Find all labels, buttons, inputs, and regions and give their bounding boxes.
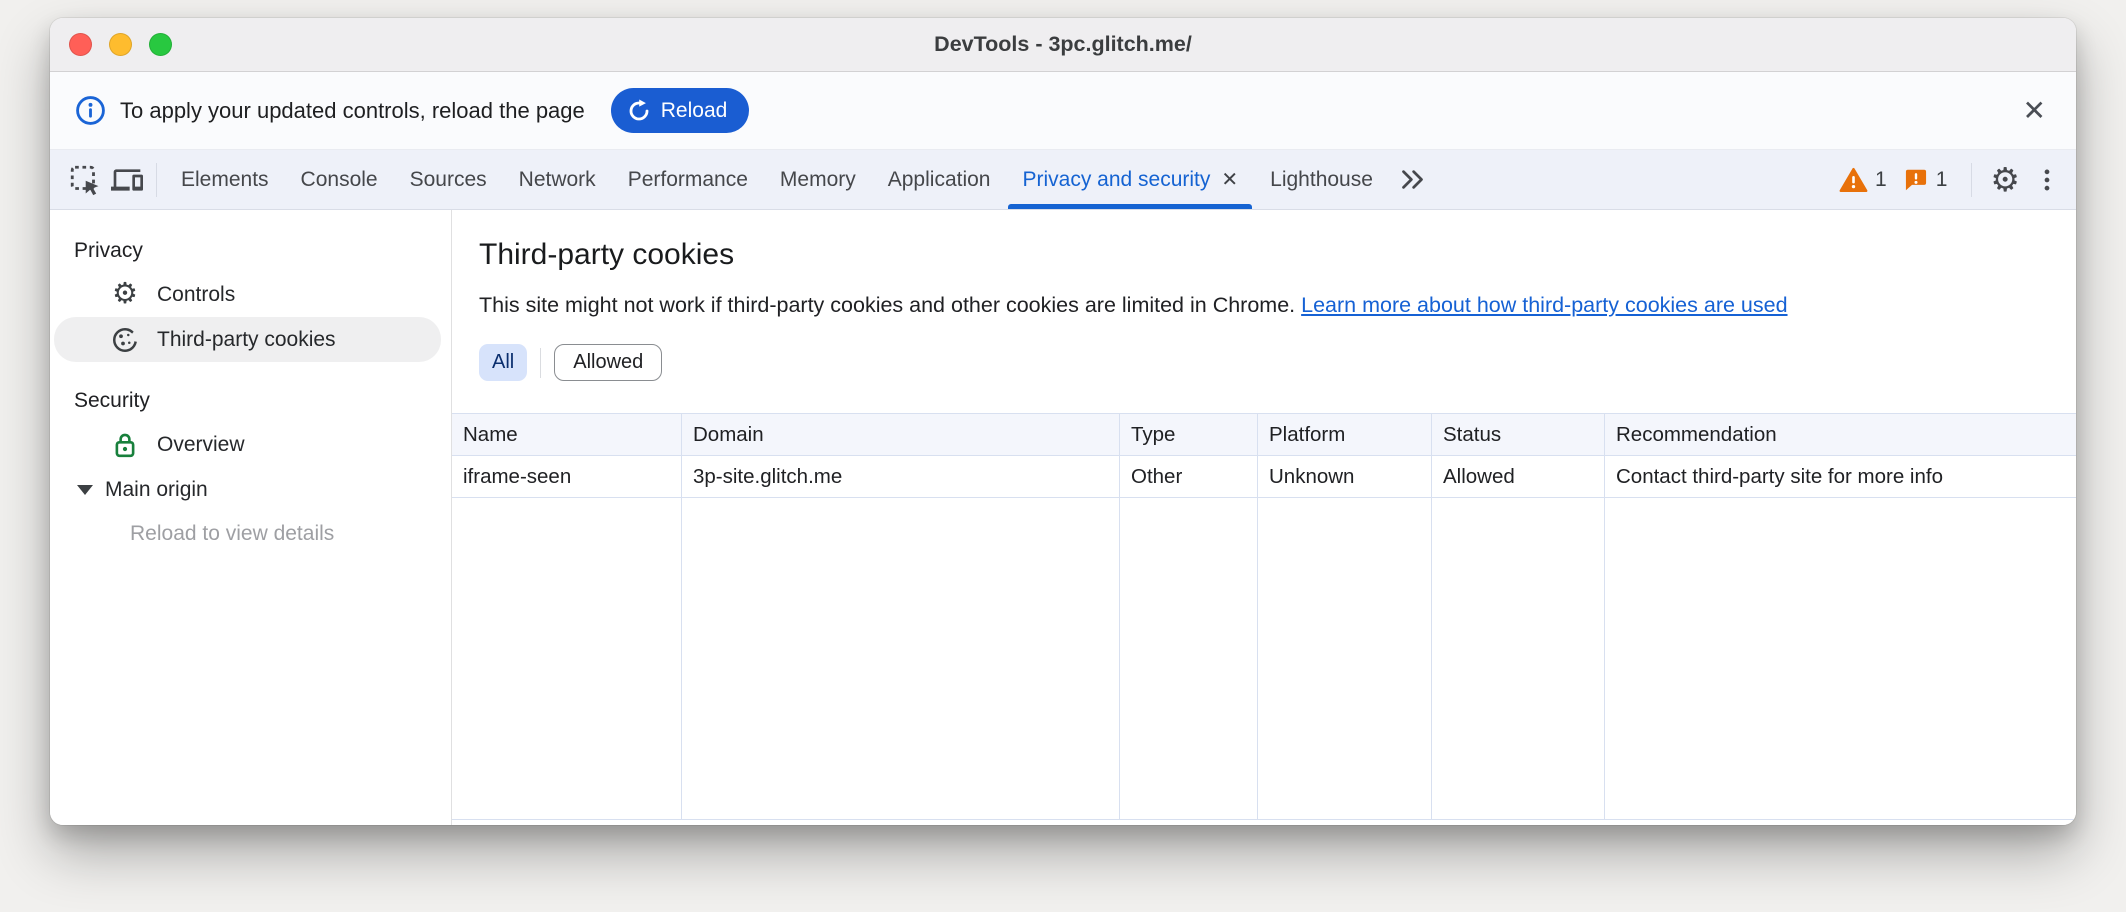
page-title: Third-party cookies [479, 236, 2046, 274]
info-icon [75, 95, 106, 126]
settings-gear-icon[interactable]: ⚙ [1990, 163, 2020, 196]
tab-label: Network [519, 168, 596, 192]
column-header-recommendation[interactable]: Recommendation [1605, 414, 2076, 455]
tab-elements[interactable]: Elements [165, 150, 285, 209]
column-header-domain[interactable]: Domain [682, 414, 1120, 455]
tab-label: Application [888, 168, 991, 192]
cookie-icon [110, 325, 140, 355]
chevron-down-icon[interactable] [77, 485, 93, 495]
sidebar-item-overview[interactable]: Overview [54, 422, 441, 467]
devtools-toolbar: Elements Console Sources Network Perform… [50, 150, 2076, 210]
column-header-status[interactable]: Status [1432, 414, 1605, 455]
infobar-message: To apply your updated controls, reload t… [120, 98, 585, 124]
devtools-window: DevTools - 3pc.glitch.me/ To apply your … [50, 18, 2076, 825]
toolbar-separator [1971, 163, 1972, 197]
empty-column [1258, 498, 1432, 819]
tab-label: Lighthouse [1270, 168, 1373, 192]
empty-column [682, 498, 1120, 819]
view-header: Third-party cookies This site might not … [452, 210, 2076, 381]
panel-content: Privacy ⚙ Controls [50, 210, 2076, 825]
sidebar-tree-main-origin[interactable]: Main origin [50, 467, 451, 512]
view-description: This site might not work if third-party … [479, 290, 2046, 320]
sidebar-section-security: Security [74, 380, 451, 422]
empty-column [1120, 498, 1258, 819]
lock-icon [110, 430, 140, 460]
toolbar-separator [156, 163, 157, 197]
cell-platform: Unknown [1258, 456, 1432, 497]
tab-label: Privacy and security [1022, 168, 1210, 192]
empty-column [452, 498, 682, 819]
tree-item-label: Main origin [105, 478, 208, 502]
gear-icon: ⚙ [110, 280, 140, 310]
privacy-security-sidebar: Privacy ⚙ Controls [50, 210, 452, 825]
infobar-close-icon[interactable]: ✕ [2023, 97, 2046, 125]
device-toolbar-icon[interactable] [106, 158, 148, 202]
zoom-window-button[interactable] [149, 33, 172, 56]
warnings-indicator[interactable]: 1 [1839, 167, 1887, 193]
sidebar-item-label: Overview [157, 433, 245, 457]
filter-all-button[interactable]: All [479, 344, 527, 381]
warning-count: 1 [1875, 168, 1887, 192]
tab-label: Console [301, 168, 378, 192]
reload-icon [626, 98, 652, 124]
filter-separator [540, 348, 541, 378]
sidebar-item-label: Controls [157, 283, 235, 307]
issue-icon [1903, 167, 1929, 193]
cell-type: Other [1120, 456, 1258, 497]
tab-console[interactable]: Console [285, 150, 394, 209]
column-header-platform[interactable]: Platform [1258, 414, 1432, 455]
reload-button[interactable]: Reload [611, 88, 750, 133]
minimize-window-button[interactable] [109, 33, 132, 56]
close-window-button[interactable] [69, 33, 92, 56]
more-tabs-icon[interactable] [1399, 166, 1426, 193]
table-header-row: Name Domain Type Platform Status Recomme… [452, 413, 2076, 456]
cell-recommendation: Contact third-party site for more info [1605, 456, 2076, 497]
table-empty-area [452, 498, 2076, 820]
cell-domain: 3p-site.glitch.me [682, 456, 1120, 497]
sidebar-item-third-party-cookies[interactable]: Third-party cookies [54, 317, 441, 362]
inspect-element-icon[interactable] [64, 158, 106, 202]
empty-column [1432, 498, 1605, 819]
kebab-menu-icon[interactable] [2034, 165, 2060, 195]
table-row[interactable]: iframe-seen 3p-site.glitch.me Other Unkn… [452, 456, 2076, 498]
cell-name: iframe-seen [452, 456, 682, 497]
sidebar-section-privacy: Privacy [74, 230, 451, 272]
tab-application[interactable]: Application [872, 150, 1007, 209]
tab-network[interactable]: Network [503, 150, 612, 209]
window-title: DevTools - 3pc.glitch.me/ [50, 32, 2076, 57]
issue-count: 1 [1936, 168, 1948, 192]
screen: DevTools - 3pc.glitch.me/ To apply your … [0, 0, 2126, 912]
tree-detail-text: Reload to view details [50, 512, 451, 556]
sidebar-item-controls[interactable]: ⚙ Controls [54, 272, 441, 317]
tab-label: Elements [181, 168, 269, 192]
tab-performance[interactable]: Performance [612, 150, 764, 209]
third-party-cookies-view: Third-party cookies This site might not … [452, 210, 2076, 825]
tab-memory[interactable]: Memory [764, 150, 872, 209]
cell-status: Allowed [1432, 456, 1605, 497]
tab-privacy-and-security[interactable]: Privacy and security ✕ [1006, 150, 1254, 209]
column-header-type[interactable]: Type [1120, 414, 1258, 455]
empty-column [1605, 498, 2076, 819]
traffic-lights [69, 18, 172, 71]
column-header-name[interactable]: Name [452, 414, 682, 455]
titlebar: DevTools - 3pc.glitch.me/ [50, 18, 2076, 72]
reload-button-label: Reload [661, 99, 728, 123]
description-text: This site might not work if third-party … [479, 293, 1301, 317]
filter-allowed-button[interactable]: Allowed [554, 344, 662, 381]
tab-label: Memory [780, 168, 856, 192]
issues-indicator[interactable]: 1 [1903, 167, 1948, 193]
filter-bar: All Allowed [479, 344, 2046, 381]
tab-label: Performance [628, 168, 748, 192]
toolbar-right-cluster: 1 1 ⚙ [1839, 163, 2076, 197]
learn-more-link[interactable]: Learn more about how third-party cookies… [1301, 293, 1787, 317]
cookies-table: Name Domain Type Platform Status Recomme… [452, 413, 2076, 825]
reload-infobar: To apply your updated controls, reload t… [50, 72, 2076, 150]
tab-close-icon[interactable]: ✕ [1221, 167, 1238, 192]
warning-icon [1839, 167, 1868, 193]
sidebar-item-label: Third-party cookies [157, 328, 336, 352]
tab-lighthouse[interactable]: Lighthouse [1254, 150, 1389, 209]
tab-sources[interactable]: Sources [394, 150, 503, 209]
tab-label: Sources [410, 168, 487, 192]
